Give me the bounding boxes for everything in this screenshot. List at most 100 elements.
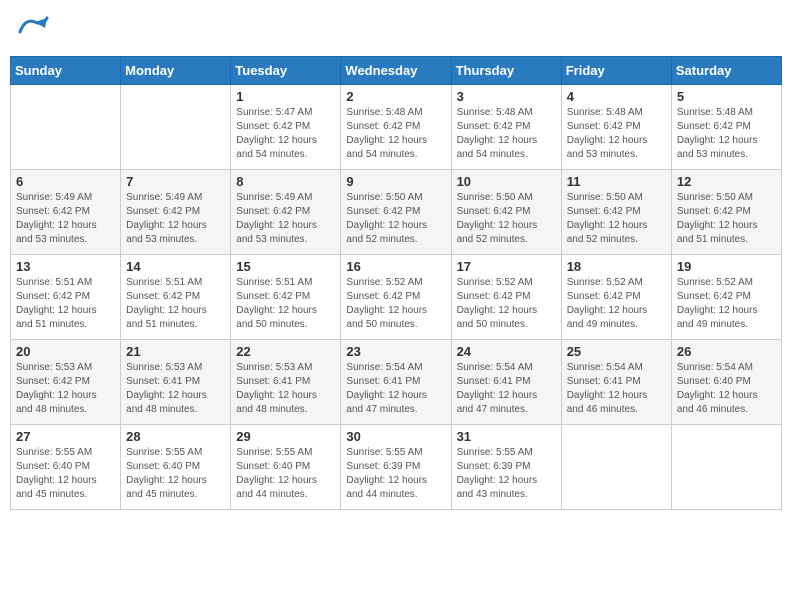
calendar-cell: 7 Sunrise: 5:49 AM Sunset: 6:42 PM Daylig…: [121, 170, 231, 255]
day-info: Sunrise: 5:50 AM Sunset: 6:42 PM Dayligh…: [346, 191, 445, 247]
day-number: 27: [16, 429, 115, 444]
calendar-cell: 25Sunrise: 5:54 AM Sunset: 6:41 PM Dayli…: [561, 340, 671, 425]
day-info: Sunrise: 5:49 AM Sunset: 6:42 PM Dayligh…: [16, 191, 115, 247]
day-number: 8: [236, 174, 335, 189]
calendar-cell: 14Sunrise: 5:51 AM Sunset: 6:42 PM Dayli…: [121, 255, 231, 340]
day-info: Sunrise: 5:48 AM Sunset: 6:42 PM Dayligh…: [346, 106, 445, 162]
calendar-cell: 27 Sunrise: 5:55 AM Sunset: 6:40 PM Dayli…: [11, 425, 121, 510]
day-number: 31: [457, 429, 556, 444]
calendar-cell: 15Sunrise: 5:51 AM Sunset: 6:42 PM Dayli…: [231, 255, 341, 340]
day-number: 4: [567, 89, 666, 104]
logo: [15, 10, 57, 48]
day-info: Sunrise: 5:52 AM Sunset: 6:42 PM Dayligh…: [346, 276, 445, 332]
day-number: 12: [677, 174, 776, 189]
day-number: 24: [457, 344, 556, 359]
calendar-cell: 18 Sunrise: 5:52 AM Sunset: 6:42 PM Dayli…: [561, 255, 671, 340]
day-number: 7: [126, 174, 225, 189]
day-info: Sunrise: 5:54 AM Sunset: 6:40 PM Dayligh…: [677, 361, 776, 417]
calendar-cell: 28Sunrise: 5:55 AM Sunset: 6:40 PM Dayli…: [121, 425, 231, 510]
day-number: 26: [677, 344, 776, 359]
calendar-cell: 11Sunrise: 5:50 AM Sunset: 6:42 PM Dayli…: [561, 170, 671, 255]
calendar-cell: 21 Sunrise: 5:53 AM Sunset: 6:41 PM Dayli…: [121, 340, 231, 425]
day-info: Sunrise: 5:54 AM Sunset: 6:41 PM Dayligh…: [346, 361, 445, 417]
calendar-cell: 22 Sunrise: 5:53 AM Sunset: 6:41 PM Dayli…: [231, 340, 341, 425]
calendar-cell: 4 Sunrise: 5:48 AM Sunset: 6:42 PM Daylig…: [561, 85, 671, 170]
day-info: Sunrise: 5:49 AM Sunset: 6:42 PM Dayligh…: [236, 191, 335, 247]
day-number: 18: [567, 259, 666, 274]
calendar-cell: 12 Sunrise: 5:50 AM Sunset: 6:42 PM Dayli…: [671, 170, 781, 255]
day-info: Sunrise: 5:55 AM Sunset: 6:40 PM Dayligh…: [16, 446, 115, 502]
calendar-header-row: SundayMondayTuesdayWednesdayThursdayFrid…: [11, 57, 782, 85]
day-info: Sunrise: 5:51 AM Sunset: 6:42 PM Dayligh…: [16, 276, 115, 332]
day-number: 2: [346, 89, 445, 104]
calendar-cell: 17 Sunrise: 5:52 AM Sunset: 6:42 PM Dayli…: [451, 255, 561, 340]
day-info: Sunrise: 5:55 AM Sunset: 6:39 PM Dayligh…: [457, 446, 556, 502]
day-info: Sunrise: 5:49 AM Sunset: 6:42 PM Dayligh…: [126, 191, 225, 247]
day-info: Sunrise: 5:52 AM Sunset: 6:42 PM Dayligh…: [457, 276, 556, 332]
calendar-cell: 5Sunrise: 5:48 AM Sunset: 6:42 PM Daylig…: [671, 85, 781, 170]
calendar-cell: 16 Sunrise: 5:52 AM Sunset: 6:42 PM Dayli…: [341, 255, 451, 340]
day-number: 16: [346, 259, 445, 274]
calendar-week-row: 27 Sunrise: 5:55 AM Sunset: 6:40 PM Dayli…: [11, 425, 782, 510]
day-info: Sunrise: 5:53 AM Sunset: 6:41 PM Dayligh…: [126, 361, 225, 417]
day-of-week-header: Friday: [561, 57, 671, 85]
calendar-week-row: 13 Sunrise: 5:51 AM Sunset: 6:42 PM Dayli…: [11, 255, 782, 340]
day-info: Sunrise: 5:48 AM Sunset: 6:42 PM Dayligh…: [677, 106, 776, 162]
day-number: 1: [236, 89, 335, 104]
day-number: 23: [346, 344, 445, 359]
day-number: 30: [346, 429, 445, 444]
day-number: 19: [677, 259, 776, 274]
calendar-cell: 26 Sunrise: 5:54 AM Sunset: 6:40 PM Dayli…: [671, 340, 781, 425]
calendar-cell: 3 Sunrise: 5:48 AM Sunset: 6:42 PM Daylig…: [451, 85, 561, 170]
calendar-cell: 29 Sunrise: 5:55 AM Sunset: 6:40 PM Dayli…: [231, 425, 341, 510]
day-info: Sunrise: 5:48 AM Sunset: 6:42 PM Dayligh…: [457, 106, 556, 162]
day-of-week-header: Thursday: [451, 57, 561, 85]
day-info: Sunrise: 5:48 AM Sunset: 6:42 PM Dayligh…: [567, 106, 666, 162]
calendar-cell: 30 Sunrise: 5:55 AM Sunset: 6:39 PM Dayli…: [341, 425, 451, 510]
day-number: 10: [457, 174, 556, 189]
calendar-cell: [11, 85, 121, 170]
calendar-cell: 19Sunrise: 5:52 AM Sunset: 6:42 PM Dayli…: [671, 255, 781, 340]
day-number: 17: [457, 259, 556, 274]
calendar-cell: 31 Sunrise: 5:55 AM Sunset: 6:39 PM Dayli…: [451, 425, 561, 510]
day-number: 9: [346, 174, 445, 189]
day-number: 6: [16, 174, 115, 189]
calendar-cell: 6 Sunrise: 5:49 AM Sunset: 6:42 PM Daylig…: [11, 170, 121, 255]
day-of-week-header: Sunday: [11, 57, 121, 85]
day-number: 15: [236, 259, 335, 274]
calendar-cell: 8 Sunrise: 5:49 AM Sunset: 6:42 PM Daylig…: [231, 170, 341, 255]
day-info: Sunrise: 5:55 AM Sunset: 6:40 PM Dayligh…: [236, 446, 335, 502]
logo-icon: [15, 10, 53, 48]
day-info: Sunrise: 5:55 AM Sunset: 6:40 PM Dayligh…: [126, 446, 225, 502]
calendar-table: SundayMondayTuesdayWednesdayThursdayFrid…: [10, 56, 782, 510]
day-of-week-header: Monday: [121, 57, 231, 85]
calendar-cell: 9 Sunrise: 5:50 AM Sunset: 6:42 PM Daylig…: [341, 170, 451, 255]
day-info: Sunrise: 5:47 AM Sunset: 6:42 PM Dayligh…: [236, 106, 335, 162]
calendar-week-row: 20 Sunrise: 5:53 AM Sunset: 6:42 PM Dayli…: [11, 340, 782, 425]
day-number: 25: [567, 344, 666, 359]
day-info: Sunrise: 5:50 AM Sunset: 6:42 PM Dayligh…: [457, 191, 556, 247]
calendar-cell: 2 Sunrise: 5:48 AM Sunset: 6:42 PM Daylig…: [341, 85, 451, 170]
day-number: 21: [126, 344, 225, 359]
day-number: 14: [126, 259, 225, 274]
calendar-cell: [561, 425, 671, 510]
day-number: 13: [16, 259, 115, 274]
calendar-cell: [121, 85, 231, 170]
day-info: Sunrise: 5:53 AM Sunset: 6:42 PM Dayligh…: [16, 361, 115, 417]
day-number: 20: [16, 344, 115, 359]
calendar-cell: 10 Sunrise: 5:50 AM Sunset: 6:42 PM Dayli…: [451, 170, 561, 255]
calendar-cell: 24Sunrise: 5:54 AM Sunset: 6:41 PM Dayli…: [451, 340, 561, 425]
day-info: Sunrise: 5:55 AM Sunset: 6:39 PM Dayligh…: [346, 446, 445, 502]
day-info: Sunrise: 5:50 AM Sunset: 6:42 PM Dayligh…: [677, 191, 776, 247]
calendar-cell: 1 Sunrise: 5:47 AM Sunset: 6:42 PM Daylig…: [231, 85, 341, 170]
day-info: Sunrise: 5:53 AM Sunset: 6:41 PM Dayligh…: [236, 361, 335, 417]
day-number: 22: [236, 344, 335, 359]
day-info: Sunrise: 5:50 AM Sunset: 6:42 PM Dayligh…: [567, 191, 666, 247]
calendar-cell: 23 Sunrise: 5:54 AM Sunset: 6:41 PM Dayli…: [341, 340, 451, 425]
day-number: 3: [457, 89, 556, 104]
day-of-week-header: Tuesday: [231, 57, 341, 85]
day-of-week-header: Saturday: [671, 57, 781, 85]
day-number: 29: [236, 429, 335, 444]
day-info: Sunrise: 5:52 AM Sunset: 6:42 PM Dayligh…: [567, 276, 666, 332]
calendar-week-row: 6 Sunrise: 5:49 AM Sunset: 6:42 PM Daylig…: [11, 170, 782, 255]
